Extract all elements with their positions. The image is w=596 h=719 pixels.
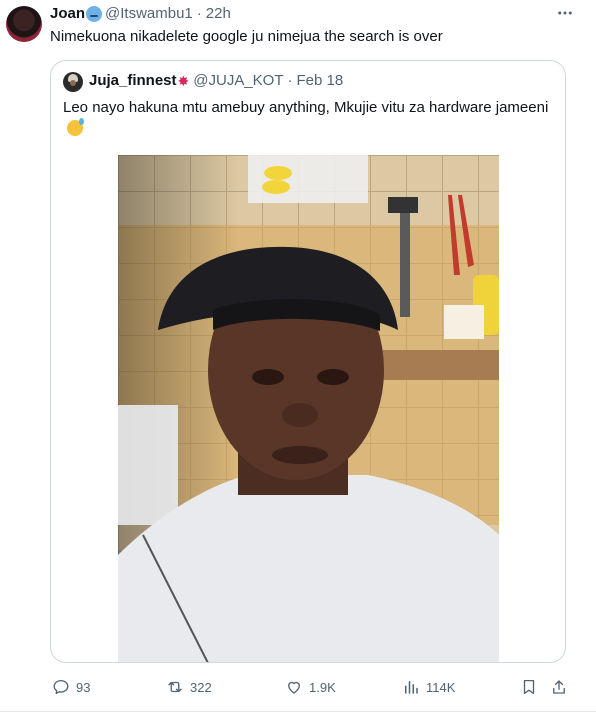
tweet-header: Joan @Itswambu1 · 22h	[50, 4, 231, 24]
reply-count: 93	[76, 679, 91, 695]
quoted-author-handle[interactable]: @JUJA_KOT	[193, 71, 283, 91]
tweet-text: Nimekuona nikadelete google ju nimejua t…	[50, 28, 443, 45]
view-count: 114K	[426, 679, 456, 695]
quoted-tweet[interactable]: Juja_finnest ✸ @JUJA_KOT · Feb 18 Leo na…	[50, 60, 566, 663]
quoted-text: Leo nayo hakuna mtu amebuy anything, Mku…	[63, 99, 549, 116]
tweet-time[interactable]: 22h	[206, 4, 231, 24]
views-button[interactable]: 114K	[402, 678, 455, 696]
quoted-author-name[interactable]: Juja_finnest	[89, 71, 177, 91]
share-icon	[553, 680, 565, 694]
quoted-date[interactable]: Feb 18	[297, 71, 344, 91]
separator-dot: ·	[196, 5, 202, 22]
sweat-emoji-icon	[67, 118, 84, 136]
quoted-text-block: Leo nayo hakuna mtu amebuy anything, Mku…	[63, 97, 553, 141]
bookmark-button[interactable]	[520, 678, 544, 696]
burst-emoji-icon: ✸	[177, 73, 190, 89]
action-bar: 93 322 1.9K 114K	[0, 668, 596, 712]
reply-button[interactable]: 93	[52, 678, 90, 696]
repost-count: 322	[190, 679, 212, 695]
quoted-photo[interactable]	[118, 155, 499, 662]
selfie-photo	[118, 155, 499, 662]
repost-icon	[168, 681, 182, 693]
reply-icon	[53, 679, 69, 695]
verified-emoji-icon	[86, 6, 103, 22]
quoted-author-avatar[interactable]	[63, 72, 83, 92]
like-button[interactable]: 1.9K	[285, 678, 336, 696]
author-name[interactable]: Joan	[50, 4, 85, 24]
views-icon	[405, 681, 418, 694]
bookmark-icon	[523, 679, 535, 695]
share-button[interactable]	[550, 678, 574, 696]
like-count: 1.9K	[309, 679, 336, 695]
repost-button[interactable]: 322	[166, 678, 212, 696]
author-avatar[interactable]	[6, 6, 42, 42]
author-handle[interactable]: @Itswambu1	[105, 4, 193, 24]
like-icon	[288, 681, 300, 694]
tweet[interactable]: Joan @Itswambu1 · 22h Nimekuona nikadele…	[0, 0, 596, 719]
separator-dot: ·	[287, 72, 293, 89]
more-icon[interactable]	[556, 4, 574, 25]
divider	[0, 711, 596, 712]
quoted-header: Juja_finnest ✸ @JUJA_KOT · Feb 18	[89, 71, 343, 91]
